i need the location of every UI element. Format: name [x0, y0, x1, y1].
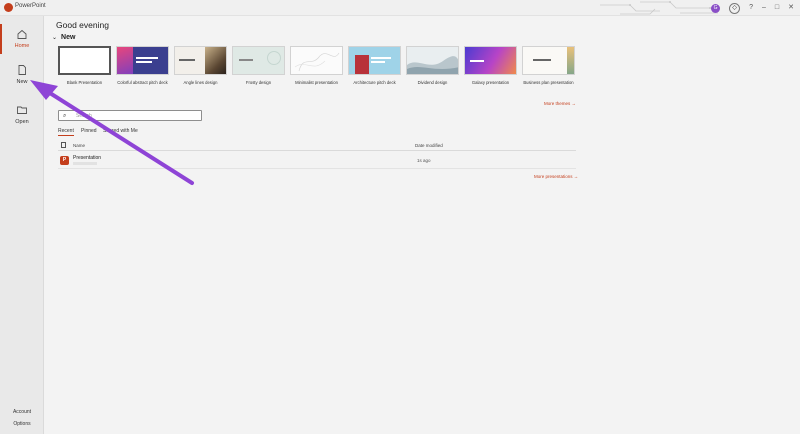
app-title: PowerPoint [15, 3, 46, 9]
new-section-toggle[interactable]: ⌄ New [52, 34, 75, 41]
template-thumbnail [290, 46, 343, 75]
diamond-icon[interactable]: ◇ [729, 2, 741, 14]
search-icon: ⌕ [63, 113, 67, 119]
template-thumbnail [464, 46, 517, 75]
sidebar-item-options[interactable]: Options [0, 421, 44, 427]
file-list-header: Name Date modified [58, 140, 576, 151]
powerpoint-logo-icon [4, 3, 13, 12]
template-name: Colorful abstract pitch deck [117, 80, 168, 85]
template-name: Frosty design [245, 80, 272, 85]
tab-shared-with-me[interactable]: Shared with Me [103, 128, 138, 134]
template-gallery: Blank Presentation Colorful abstract pit… [58, 46, 578, 106]
template-colorful-abstract[interactable]: Colorful abstract pitch deck [116, 46, 169, 85]
search-input[interactable]: ⌕ Search [58, 110, 202, 121]
home-content: Good evening ⌄ New Blank Presentation Col… [45, 16, 800, 434]
template-name: Angle lines design [183, 80, 218, 85]
template-thumbnail [116, 46, 169, 75]
template-name: Galaxy presentation [471, 80, 510, 85]
title-bar: PowerPoint G ◇ ? – □ ✕ [0, 0, 800, 16]
template-galaxy[interactable]: Galaxy presentation [464, 46, 517, 85]
tab-recent[interactable]: Recent [58, 128, 74, 136]
template-thumbnail [406, 46, 459, 75]
template-dividend[interactable]: Dividend design [406, 46, 459, 85]
column-name[interactable]: Name [73, 143, 85, 148]
template-blank[interactable]: Blank Presentation [58, 46, 111, 85]
new-section-title: New [61, 34, 76, 41]
sidebar-item-label: New [16, 79, 28, 85]
template-frosty[interactable]: Frosty design [232, 46, 285, 85]
search-placeholder: Search [76, 113, 92, 119]
sidebar-item-home[interactable]: Home [0, 24, 44, 54]
template-angle-lines[interactable]: Angle lines design [174, 46, 227, 85]
template-name: Blank Presentation [66, 80, 103, 85]
template-name: Architecture pitch deck [353, 80, 396, 85]
sidebar-item-new[interactable]: New [0, 64, 44, 85]
more-themes-label: More themes [544, 101, 571, 106]
template-name: Business plan presentation [523, 80, 574, 85]
sidebar-item-label: Open [15, 119, 29, 125]
file-row[interactable]: P Presentation 1s ago [58, 152, 576, 169]
file-date: 1s ago [417, 158, 431, 163]
file-path-redacted [73, 162, 97, 165]
tab-pinned[interactable]: Pinned [81, 128, 97, 134]
more-themes-link[interactable]: More themes → [544, 101, 576, 106]
powerpoint-file-icon: P [60, 156, 69, 165]
template-minimalist[interactable]: Minimalist presentation [290, 46, 343, 85]
file-name: Presentation [73, 155, 102, 161]
template-thumbnail [232, 46, 285, 75]
template-thumbnail [174, 46, 227, 75]
more-presentations-label: More presentations [534, 174, 573, 179]
circuit-decoration-icon [600, 1, 718, 15]
folder-open-icon [17, 106, 27, 114]
new-document-icon [18, 65, 26, 75]
maximize-button[interactable]: □ [775, 0, 779, 16]
chevron-down-icon: ⌄ [52, 35, 58, 41]
greeting-heading: Good evening [56, 20, 109, 30]
template-thumbnail [522, 46, 575, 75]
sidebar-item-account[interactable]: Account [0, 409, 44, 415]
template-thumbnail [58, 46, 111, 75]
home-icon [17, 29, 27, 39]
sidebar: Home New Open Account Options [0, 16, 44, 434]
arrow-right-icon: → [571, 101, 577, 106]
user-avatar[interactable]: G [711, 3, 721, 13]
sidebar-item-label: Home [14, 43, 30, 49]
template-name: Minimalist presentation [295, 80, 338, 85]
template-architecture[interactable]: Architecture pitch deck [348, 46, 401, 85]
column-date-modified[interactable]: Date modified [415, 143, 443, 148]
minimize-button[interactable]: – [762, 0, 766, 16]
template-business-plan[interactable]: Business plan presentation [522, 46, 575, 85]
document-icon [61, 142, 66, 148]
close-button[interactable]: ✕ [788, 0, 794, 16]
arrow-right-icon: → [573, 174, 579, 179]
template-thumbnail [348, 46, 401, 75]
more-presentations-link[interactable]: More presentations → [534, 174, 578, 179]
help-button[interactable]: ? [749, 0, 753, 16]
template-name: Dividend design [417, 80, 448, 85]
sidebar-item-open[interactable]: Open [0, 104, 44, 125]
